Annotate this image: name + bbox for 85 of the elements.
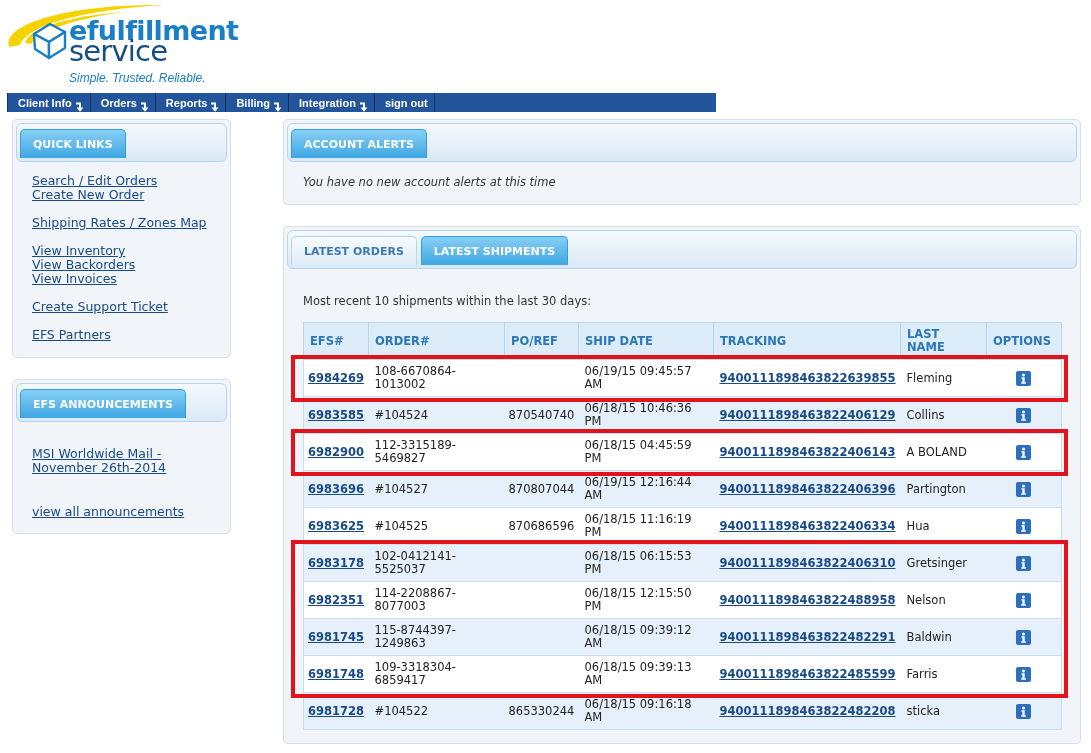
tracking-link[interactable]: 9400111898463822406334 (719, 518, 896, 533)
tracking-link[interactable]: 9400111898463822482208 (719, 703, 896, 718)
nav-menu-item[interactable]: Integration (289, 93, 375, 112)
info-icon[interactable] (1016, 518, 1032, 534)
table-cell: Gretsinger (900, 544, 987, 582)
down-arrow-icon (74, 102, 84, 112)
efs-number-link[interactable]: 6984269 (308, 370, 364, 385)
efs-number-link[interactable]: 6982900 (308, 444, 364, 459)
alert-message: You have no new account alerts at this time (303, 175, 557, 189)
table-cell: 108-6670864-1013002 (368, 359, 505, 397)
down-arrow-icon (210, 102, 220, 112)
table-cell: #104527 (368, 470, 505, 508)
efs-number-link[interactable]: 6981748 (308, 666, 364, 681)
info-icon[interactable] (1016, 555, 1032, 571)
down-arrow-icon (358, 102, 368, 112)
table-cell: 112-3315189-5469827 (368, 433, 505, 471)
quick-link[interactable]: View Inventory (32, 243, 126, 258)
table-cell: 06/18/15 04:45:59 PM (578, 433, 714, 471)
nav-menu-item[interactable]: Billing (226, 93, 290, 112)
info-icon[interactable] (1016, 444, 1032, 460)
table-cell: 06/19/15 12:16:44 AM (578, 470, 714, 508)
quick-link[interactable]: View Invoices (32, 271, 117, 286)
table-cell: 102-0412141-5525037 (368, 544, 505, 582)
efs-number-link[interactable]: 6983585 (308, 407, 364, 422)
table-cell: Fleming (900, 359, 987, 397)
table-cell: Baldwin (900, 618, 987, 656)
table-cell: #104522 (368, 692, 505, 730)
shipments-caption: Most recent 10 shipments within the last 30 days: (303, 294, 593, 308)
table-cell: 114-2208867-8077003 (368, 581, 505, 619)
tracking-link[interactable]: 9400111898463822406396 (719, 481, 896, 496)
down-arrow-icon (139, 102, 149, 112)
table-cell: 109-3318304-6859417 (368, 655, 505, 693)
quick-link[interactable]: EFS Partners (32, 327, 111, 342)
table-cell: 06/18/15 09:39:12 AM (578, 618, 714, 656)
table-cell: Partington (900, 470, 987, 508)
efs-number-link[interactable]: 6983625 (308, 518, 364, 533)
table-cell: 115-8744397-1249863 (368, 618, 505, 656)
info-icon[interactable] (1016, 629, 1032, 645)
tracking-link[interactable]: 9400111898463822406143 (719, 444, 896, 459)
quick-link[interactable]: Shipping Rates / Zones Map (32, 215, 207, 230)
quick-link[interactable]: Search / Edit Orders (32, 173, 158, 188)
efs-number-link[interactable]: 6982351 (308, 592, 364, 607)
announcement-link[interactable]: MSI Worldwide Mail - November 26th-2014 (32, 447, 219, 475)
down-arrow-icon (273, 102, 283, 112)
nav-menu-item[interactable]: sign out (374, 93, 435, 112)
table-cell: 06/18/15 06:15:53 PM (578, 544, 714, 582)
info-icon[interactable] (1016, 703, 1032, 719)
tracking-link[interactable]: 9400111898463822639855 (719, 370, 896, 385)
panel-heading: QUICK LINKS (20, 129, 126, 158)
tracking-link[interactable]: 9400111898463822485599 (719, 666, 896, 681)
info-icon[interactable] (1016, 666, 1032, 682)
tracking-link[interactable]: 9400111898463822488958 (719, 592, 896, 607)
info-icon[interactable] (1016, 592, 1032, 608)
table-cell: 865330244 (504, 692, 579, 730)
nav-menu-item[interactable]: Orders (90, 93, 156, 112)
info-icon[interactable] (1016, 370, 1032, 386)
tab[interactable]: LATEST ORDERS (291, 236, 417, 265)
table-cell: 06/19/15 09:45:57 AM (578, 359, 714, 397)
nav-menu-item[interactable]: Reports (155, 93, 227, 112)
info-icon[interactable] (1016, 407, 1032, 423)
efs-number-link[interactable]: 6983696 (308, 481, 364, 496)
table-cell: 06/18/15 12:15:50 PM (578, 581, 714, 619)
quick-link[interactable]: Create Support Ticket (32, 299, 168, 314)
table-cell: 06/18/15 09:39:13 AM (578, 655, 714, 693)
tracking-link[interactable]: 9400111898463822406129 (719, 407, 896, 422)
logo-wordmark: service (69, 39, 168, 63)
efs-number-link[interactable]: 6981745 (308, 629, 364, 644)
info-icon[interactable] (1016, 481, 1032, 497)
tracking-link[interactable]: 9400111898463822482291 (719, 629, 896, 644)
efs-number-link[interactable]: 6983178 (308, 555, 364, 570)
table-cell: Farris (900, 655, 987, 693)
table-cell: sticka (900, 692, 987, 730)
table-cell: 06/18/15 09:16:18 AM (578, 692, 714, 730)
table-cell: 870807044 (504, 470, 579, 508)
panel-heading: EFS ANNOUNCEMENTS (20, 389, 186, 418)
logo-tagline: Simple. Trusted. Reliable. (69, 71, 206, 85)
tracking-link[interactable]: 9400111898463822406310 (719, 555, 896, 570)
quick-link[interactable]: Create New Order (32, 187, 145, 202)
efs-number-link[interactable]: 6981728 (308, 703, 364, 718)
quick-link[interactable]: View Backorders (32, 257, 136, 272)
nav-menu-item[interactable]: Client Info (8, 93, 91, 112)
panel-heading: ACCOUNT ALERTS (291, 129, 427, 158)
table-cell: Nelson (900, 581, 987, 619)
view-all-link[interactable]: view all announcements (32, 504, 185, 519)
table-cell: A BOLAND (900, 433, 987, 471)
